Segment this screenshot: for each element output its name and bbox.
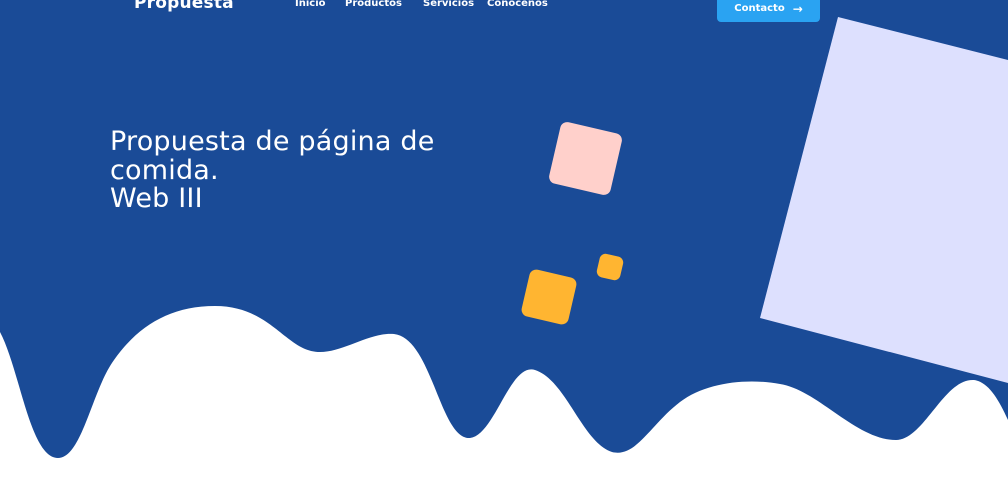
- nav-link-servicios[interactable]: Servicios: [423, 0, 474, 9]
- arrow-right-icon: →: [792, 1, 803, 16]
- contact-button-label: Contacto: [734, 3, 785, 14]
- contact-button[interactable]: Contacto →: [717, 0, 820, 22]
- brand-logo-text[interactable]: Propuesta: [134, 0, 234, 13]
- hero-title: Propuesta de página de comida. Web III: [110, 126, 435, 214]
- hero-title-line-2: comida.: [110, 154, 219, 186]
- hero-title-line-1: Propuesta de página de: [110, 126, 435, 157]
- nav-link-inicio[interactable]: Inicio: [295, 0, 326, 9]
- hero-background: [0, 0, 1008, 458]
- hero-title-line-3: Web III: [110, 183, 203, 214]
- nav-link-productos[interactable]: Productos: [345, 0, 402, 9]
- nav-link-conocenos[interactable]: Conocenos: [487, 0, 548, 9]
- landing-page: Propuesta Inicio Productos Servicios Con…: [0, 0, 1008, 490]
